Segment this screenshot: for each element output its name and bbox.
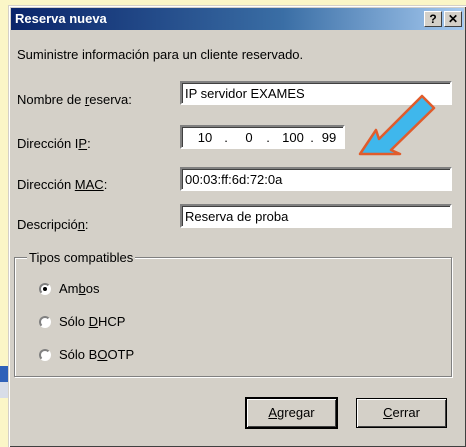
mac-address-field[interactable]: 00:03:ff:6d:72:0a bbox=[180, 167, 452, 191]
button-text: gregar bbox=[277, 405, 315, 420]
radio-label: Ambos bbox=[59, 281, 99, 296]
label-text: Nombre de bbox=[17, 92, 85, 107]
label-accesskey: O bbox=[97, 347, 108, 362]
label-text: OTP bbox=[107, 347, 135, 362]
ip-separator: . bbox=[224, 130, 228, 145]
description-label: Descripción: bbox=[17, 217, 89, 232]
help-button[interactable]: ? bbox=[424, 11, 442, 27]
label-text: : bbox=[84, 217, 89, 232]
button-text: errar bbox=[392, 405, 420, 420]
label-text: HCP bbox=[98, 314, 126, 329]
ip-separator: . bbox=[310, 130, 314, 145]
ip-address-field[interactable]: 10 . 0 . 100 . 99 bbox=[180, 125, 345, 149]
label-text: Dirección I bbox=[17, 136, 79, 151]
label-text: Am bbox=[59, 281, 79, 296]
radio-unchecked-icon[interactable] bbox=[39, 348, 51, 361]
supported-types-legend: Tipos compatibles bbox=[27, 250, 136, 265]
radio-bootp-only[interactable]: Sólo BOOTP bbox=[39, 347, 134, 362]
arrow-annotation-icon bbox=[358, 94, 436, 156]
intro-text: Suministre información para un cliente r… bbox=[17, 47, 304, 62]
title-bar[interactable]: Reserva nueva ? ✕ bbox=[11, 8, 464, 30]
radio-label: Sólo DHCP bbox=[59, 314, 125, 329]
label-accesskey: MAC bbox=[74, 177, 104, 192]
close-button[interactable]: Cerrar bbox=[356, 398, 447, 428]
mac-address-label: Dirección MAC: bbox=[17, 177, 107, 192]
radio-dhcp-only[interactable]: Sólo DHCP bbox=[39, 314, 125, 329]
ip-separator: . bbox=[266, 130, 270, 145]
label-accesskey: D bbox=[88, 314, 99, 329]
button-accesskey: A bbox=[268, 405, 278, 420]
label-text: Dirección bbox=[17, 177, 75, 192]
label-text: os bbox=[85, 281, 100, 296]
label-text: : bbox=[87, 136, 91, 151]
ip-octet-2[interactable]: 0 bbox=[240, 129, 258, 146]
label-text: eserva: bbox=[89, 92, 132, 107]
ip-octet-1[interactable]: 10 bbox=[194, 129, 216, 146]
radio-unchecked-icon[interactable] bbox=[39, 315, 51, 328]
label-accesskey: P bbox=[78, 136, 88, 151]
radio-label: Sólo BOOTP bbox=[59, 347, 134, 362]
description-field[interactable]: Reserva de proba bbox=[180, 204, 452, 228]
label-accesskey: n bbox=[77, 217, 85, 232]
ip-address-label: Dirección IP: bbox=[17, 136, 91, 151]
label-text: Sólo B bbox=[59, 347, 98, 362]
ip-octet-3[interactable]: 100 bbox=[278, 129, 308, 146]
close-icon[interactable]: ✕ bbox=[444, 11, 462, 27]
label-text: : bbox=[103, 177, 108, 192]
label-accesskey: b bbox=[78, 281, 86, 296]
label-text: Sólo bbox=[59, 314, 89, 329]
label-text: Descripció bbox=[17, 217, 78, 232]
radio-checked-icon[interactable] bbox=[39, 282, 51, 295]
dialog-title: Reserva nueva bbox=[15, 11, 107, 26]
ip-octet-4[interactable]: 99 bbox=[318, 129, 340, 146]
reservation-name-label: Nombre de reserva: bbox=[17, 92, 132, 107]
radio-both[interactable]: Ambos bbox=[39, 281, 99, 296]
add-button[interactable]: Agregar bbox=[246, 398, 337, 428]
